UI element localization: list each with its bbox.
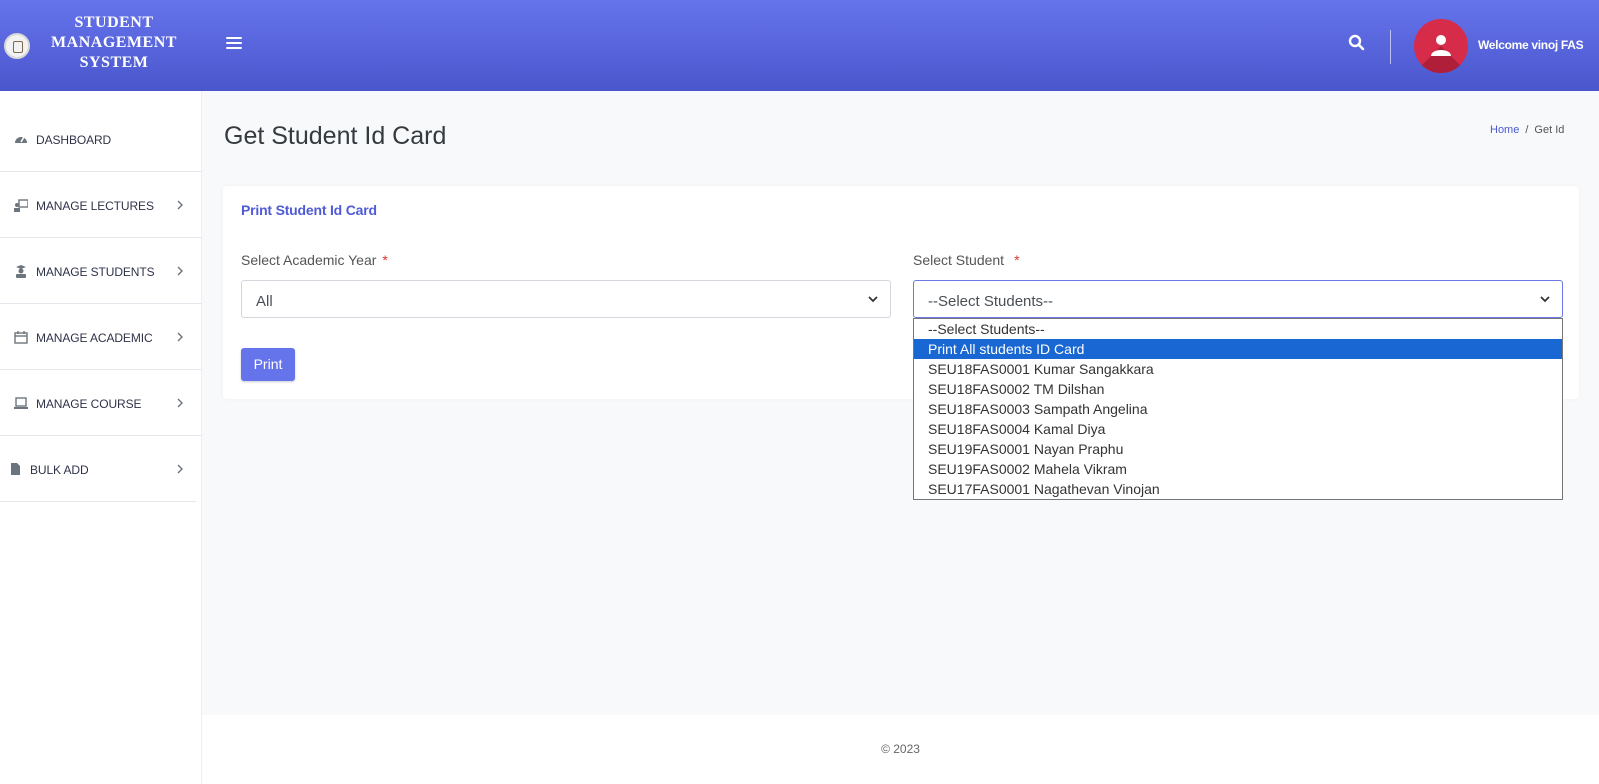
welcome-text[interactable]: Welcome vinoj FAS [1478,38,1596,52]
breadcrumb-current: Get Id [1534,124,1565,136]
dropdown-option[interactable]: SEU18FAS0001 Kumar Sangakkara [914,359,1562,379]
file-icon [11,463,20,475]
user-icon [1431,35,1451,56]
dropdown-option[interactable]: SEU17FAS0001 Nagathevan Vinojan [914,479,1562,499]
academic-year-value: All [256,293,273,310]
dropdown-option[interactable]: SEU18FAS0004 Kamal Diya [914,419,1562,439]
card-title: Print Student Id Card [241,202,377,218]
academic-year-select[interactable]: All [241,280,891,318]
sidebar-item-label: BULK ADD [30,463,89,477]
breadcrumb-separator: / [1525,124,1529,136]
dropdown-option-highlighted[interactable]: Print All students ID Card [914,339,1562,359]
student-select[interactable]: --Select Students-- [913,280,1563,318]
sidebar-item-dashboard[interactable]: DASHBOARD [0,106,202,172]
student-icon [16,265,26,278]
sidebar-item-label: MANAGE STUDENTS [36,265,155,279]
chevron-right-icon [177,266,183,276]
academic-year-label-text: Select Academic Year [241,252,377,268]
user-avatar[interactable] [1414,19,1468,73]
required-asterisk: * [382,252,388,268]
dropdown-option[interactable]: --Select Students-- [914,319,1562,339]
brand-line: SYSTEM [79,54,149,71]
required-asterisk: * [1014,252,1020,268]
dropdown-option[interactable]: SEU19FAS0002 Mahela Vikram [914,459,1562,479]
sidebar: DASHBOARD MANAGE LECTURES MANAGE STUDENT… [0,91,202,784]
page-title: Get Student Id Card [224,122,447,150]
breadcrumb-home-link[interactable]: Home [1490,124,1519,136]
student-dropdown-list: --Select Students-- Print All students I… [913,318,1563,500]
calendar-icon [14,331,28,344]
sidebar-item-label: DASHBOARD [36,133,112,147]
student-select-value: --Select Students-- [928,293,1054,310]
chevron-right-icon [177,332,183,342]
dropdown-option[interactable]: SEU19FAS0001 Nayan Praphu [914,439,1562,459]
chevron-down-icon [868,296,878,303]
top-navbar: STUDENT MANAGEMENT SYSTEM Welcome vinoj … [0,0,1599,91]
chevron-right-icon [177,200,183,210]
sidebar-item-label: MANAGE COURSE [36,397,142,411]
sidebar-item-label: MANAGE LECTURES [36,199,154,213]
sidebar-item-manage-course[interactable]: MANAGE COURSE [0,370,202,436]
chevron-down-icon [1540,296,1550,303]
sidebar-item-bulk-add[interactable]: BULK ADD [0,436,196,502]
sidebar-item-label: MANAGE ACADEMIC [36,331,153,345]
brand-title: STUDENT MANAGEMENT SYSTEM [36,13,192,73]
chevron-right-icon [177,398,183,408]
brand-line: STUDENT [74,14,154,31]
hamburger-menu-icon[interactable] [226,37,242,51]
header-divider [1390,30,1391,64]
sidebar-item-manage-lectures[interactable]: MANAGE LECTURES [0,172,202,238]
search-icon[interactable] [1348,34,1366,52]
breadcrumb: Home / Get Id [1490,124,1564,136]
dropdown-option[interactable]: SEU18FAS0003 Sampath Angelina [914,399,1562,419]
university-logo-icon [4,33,30,59]
dashboard-icon [15,136,27,143]
dropdown-option[interactable]: SEU18FAS0002 TM Dilshan [914,379,1562,399]
brand[interactable]: STUDENT MANAGEMENT SYSTEM [0,0,200,91]
student-label: Select Student * [913,252,1020,268]
print-button[interactable]: Print [241,348,295,381]
student-label-text: Select Student [913,252,1005,268]
footer: © 2023 [202,715,1599,784]
sidebar-item-manage-academic[interactable]: MANAGE ACADEMIC [0,304,202,370]
chevron-right-icon [177,464,183,474]
laptop-icon [14,397,28,409]
brand-line: MANAGEMENT [51,34,177,51]
copyright-text: © 2023 [881,742,920,756]
lecture-icon [14,199,28,212]
sidebar-item-manage-students[interactable]: MANAGE STUDENTS [0,238,202,304]
academic-year-label: Select Academic Year * [241,252,388,268]
